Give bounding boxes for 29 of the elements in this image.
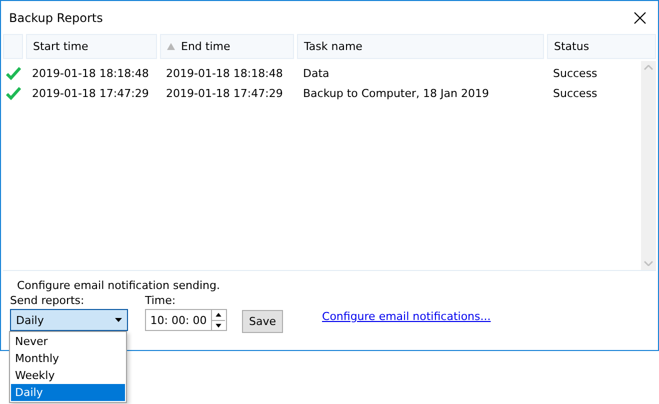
window-title: Backup Reports — [9, 10, 103, 24]
column-header[interactable]: Task name — [297, 34, 544, 59]
table-cell-text: 2019-01-18 18:18:48 — [165, 66, 284, 80]
field-label: Time: — [145, 294, 177, 307]
column-header[interactable]: End time — [160, 34, 294, 59]
column-header[interactable]: Status — [547, 34, 656, 59]
header-label: Status — [554, 40, 590, 53]
table-cell-text: Backup to Computer, 18 Jan 2019 — [302, 86, 490, 100]
dropdown-option[interactable]: Daily — [11, 384, 125, 401]
section-heading: Configure email notification sending. — [16, 279, 221, 292]
table-cell-text: 2019-01-18 17:47:29 — [31, 86, 150, 100]
header-label: Start time — [33, 40, 88, 53]
time-field[interactable]: 10: 00: 00 — [145, 309, 227, 331]
column-header — [3, 34, 23, 59]
spin-down-icon[interactable] — [212, 320, 225, 330]
configure-link[interactable]: Configure email notifications... — [322, 310, 491, 323]
close-icon — [634, 12, 646, 24]
header-label: End time — [181, 40, 230, 53]
field-label: Send reports: — [10, 294, 86, 307]
table-cell-text: 2019-01-18 17:47:29 — [165, 86, 284, 100]
table-cell-text: 2019-01-18 18:18:48 — [31, 66, 150, 80]
caret-icon — [115, 318, 122, 322]
table-cell-text: Success — [552, 66, 598, 80]
column-header[interactable]: Start time — [26, 34, 157, 59]
save-button[interactable]: Save — [242, 310, 284, 333]
table-cell-text: Data — [302, 66, 330, 80]
table-cell-text: Success — [552, 86, 598, 100]
dropdown-field[interactable]: Daily — [10, 309, 128, 331]
header-label: Task name — [304, 40, 362, 53]
